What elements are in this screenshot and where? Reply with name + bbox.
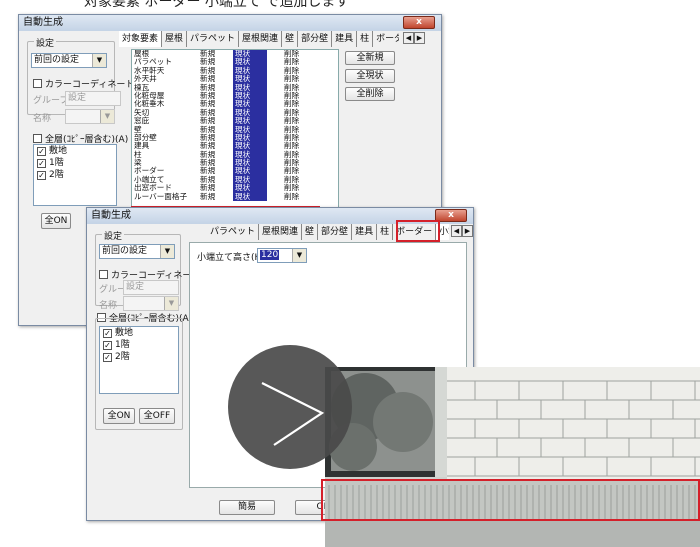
tab-roof-related[interactable]: 屋根関連 xyxy=(239,31,283,47)
tab-fittings[interactable]: 建具 xyxy=(332,31,358,47)
chevron-down-icon: ▼ xyxy=(160,245,174,258)
floor-item[interactable]: ✓ 2階 xyxy=(100,351,178,363)
height-value: 120 xyxy=(260,250,280,260)
floor-label: 2階 xyxy=(115,352,130,362)
group-select[interactable]: 設定 xyxy=(65,91,121,106)
all-on-button[interactable]: 全ON xyxy=(103,408,135,424)
highlight-photo-box xyxy=(321,479,700,521)
settings-group-label: 設定 xyxy=(102,229,125,242)
preset-value: 前回の設定 xyxy=(34,55,80,65)
group-label: グループ xyxy=(33,96,69,106)
dialog-title: 自動生成 xyxy=(91,210,131,221)
dialog-title: 自動生成 xyxy=(23,17,63,28)
tab-fittings[interactable]: 建具 xyxy=(352,224,378,240)
checkbox-checked-icon: ✓ xyxy=(103,341,112,350)
all-off-button[interactable]: 全OFF xyxy=(139,408,175,424)
tab-scroll: ◀ ▶ xyxy=(451,225,473,237)
tab-scroll: ◀ ▶ xyxy=(403,32,425,44)
tab-parapet[interactable]: パラペット xyxy=(187,31,240,47)
tab-partial-wall[interactable]: 部分壁 xyxy=(318,224,353,240)
all-on-button[interactable]: 全ON xyxy=(41,213,71,229)
tab-column[interactable]: 柱 xyxy=(377,224,394,240)
chevron-down-icon: ▼ xyxy=(92,54,106,67)
name-select[interactable]: ▼ xyxy=(123,296,179,311)
chevron-right-icon xyxy=(261,382,325,446)
all-delete-button[interactable]: 全削除 xyxy=(345,87,395,101)
group-value: 設定 xyxy=(68,93,87,103)
floor-item[interactable]: ✓ 2階 xyxy=(34,169,116,181)
tab-roof-related[interactable]: 屋根関連 xyxy=(259,224,303,240)
color-coordinate-label: カラーコーディネート xyxy=(45,80,135,90)
floor-label: 敷地 xyxy=(115,328,134,338)
floor-item[interactable]: ✓ 1階 xyxy=(34,157,116,169)
chevron-down-icon: ▼ xyxy=(100,110,114,123)
chevron-left-icon[interactable]: ◀ xyxy=(403,32,414,44)
group-value: 設定 xyxy=(126,282,145,292)
tab-parapet[interactable]: パラペット xyxy=(207,224,260,240)
tab-partial-wall[interactable]: 部分壁 xyxy=(298,31,333,47)
group-select[interactable]: 設定 xyxy=(123,280,179,295)
checkbox-checked-icon: ✓ xyxy=(103,329,112,338)
name-select[interactable]: ▼ xyxy=(65,109,115,124)
checkbox-icon xyxy=(33,134,42,143)
chevron-down-icon: ▼ xyxy=(164,297,178,310)
new-option[interactable]: 新規 xyxy=(200,192,233,201)
tab-wall[interactable]: 壁 xyxy=(302,224,319,240)
checkbox-icon xyxy=(33,79,42,88)
floor-label: 1階 xyxy=(49,158,64,168)
simple-button[interactable]: 簡易 xyxy=(219,500,275,515)
preset-select[interactable]: 前回の設定 ▼ xyxy=(31,53,107,68)
current-option[interactable]: 現状 xyxy=(233,192,267,202)
caption-fragment: 対象要素 ボーダー 小端立て で追加します xyxy=(0,0,700,8)
preset-value: 前回の設定 xyxy=(102,246,148,256)
checkbox-checked-icon: ✓ xyxy=(103,353,112,362)
tab-roof[interactable]: 屋根 xyxy=(162,31,188,47)
settings-group-label: 設定 xyxy=(34,36,57,49)
floors-list: ✓ 敷地 ✓ 1階 ✓ 2階 xyxy=(99,326,179,394)
chevron-right-icon[interactable]: ▶ xyxy=(462,225,473,237)
caption-text: 対象要素 ボーダー 小端立て で追加します xyxy=(84,0,350,8)
name-label: 名称 xyxy=(99,301,118,311)
name-label: 名称 xyxy=(33,114,52,124)
height-select[interactable]: 120 ▼ xyxy=(257,248,307,263)
floor-label: 敷地 xyxy=(49,146,68,156)
delete-option[interactable]: 削除 xyxy=(284,192,299,201)
all-new-button[interactable]: 全新規 xyxy=(345,51,395,65)
tab-wall[interactable]: 壁 xyxy=(282,31,299,47)
color-coordinate-checkbox[interactable]: カラーコーディネート xyxy=(33,77,134,90)
floor-label: 2階 xyxy=(49,170,64,180)
checkbox-icon xyxy=(99,270,108,279)
dialog-title-bar: 自動生成 x xyxy=(19,15,441,31)
element-name: ルーバー面格子 xyxy=(134,191,188,201)
chevron-left-icon[interactable]: ◀ xyxy=(451,225,462,237)
target-elements-grid: 屋根 新規 現状 削除 パラペット 新規 現状 削除 水平軒天 新規 現状 削除 外天井 新規 現状 削除 棟瓦… xyxy=(131,49,339,213)
checkbox-checked-icon: ✓ xyxy=(37,147,46,156)
arrow-circle xyxy=(228,345,352,469)
preset-select[interactable]: 前回の設定 ▼ xyxy=(99,244,175,259)
grid-row[interactable]: ルーバー面格子 新規 現状 削除 xyxy=(132,191,338,202)
chevron-right-icon[interactable]: ▶ xyxy=(414,32,425,44)
tab-border[interactable]: ボーダ xyxy=(373,31,399,47)
floor-label: 1階 xyxy=(115,340,130,350)
tab-strip: 対象要素 屋根 パラペット 屋根関連壁部分壁 建具柱ボーダ xyxy=(119,31,399,47)
highlight-tab-box xyxy=(396,220,440,242)
floor-item[interactable]: ✓ 敷地 xyxy=(100,327,178,339)
tab-target-elements[interactable]: 対象要素 xyxy=(119,31,163,47)
tab-column[interactable]: 柱 xyxy=(357,31,374,47)
floor-item[interactable]: ✓ 敷地 xyxy=(34,145,116,157)
checkbox-checked-icon: ✓ xyxy=(37,159,46,168)
chevron-down-icon: ▼ xyxy=(292,249,306,262)
close-button[interactable]: x xyxy=(403,16,435,29)
all-current-button[interactable]: 全現状 xyxy=(345,69,395,83)
floor-item[interactable]: ✓ 1階 xyxy=(100,339,178,351)
checkbox-checked-icon: ✓ xyxy=(37,171,46,180)
floors-list: ✓ 敷地 ✓ 1階 ✓ 2階 xyxy=(33,144,117,206)
